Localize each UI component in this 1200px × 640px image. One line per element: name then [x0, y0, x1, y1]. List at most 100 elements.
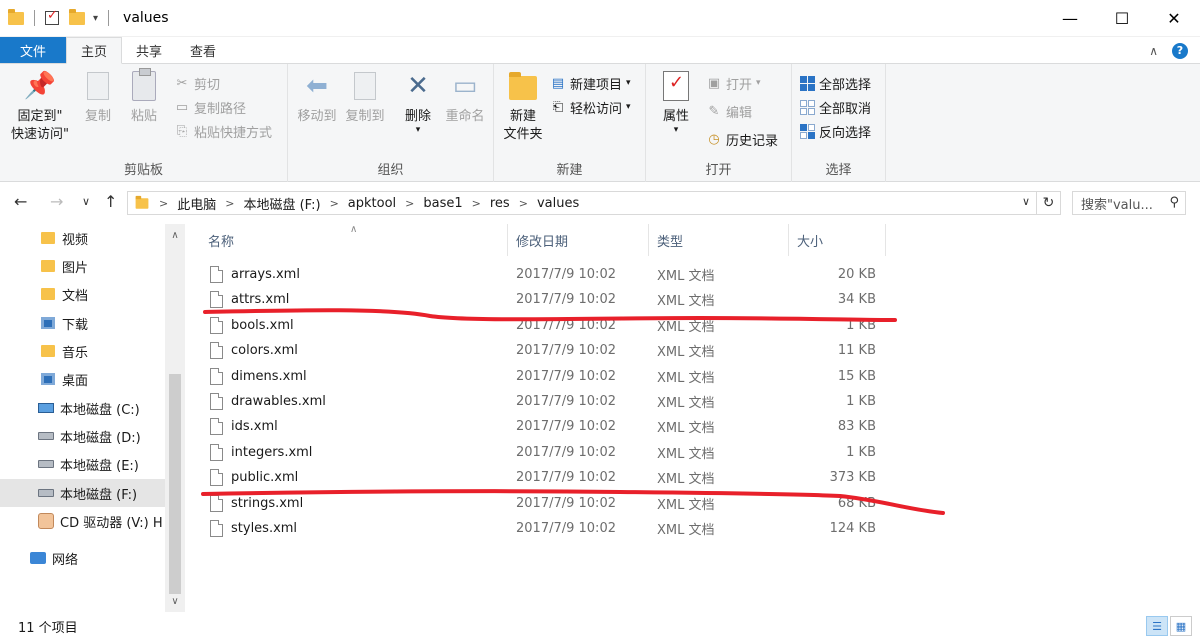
properties-icon[interactable] — [45, 8, 59, 25]
column-header-name[interactable]: 名称 — [200, 224, 508, 256]
rename-icon: ▭ — [452, 71, 478, 101]
new-item-button[interactable]: ▤ 新建项目 ▾ — [550, 72, 631, 94]
new-group: 新建 文件夹 ▤ 新建项目 ▾ ⎗ 轻松访问 ▾ 新建 — [494, 64, 646, 182]
xml-file-icon — [210, 291, 223, 308]
tab-view[interactable]: 查看 — [176, 37, 230, 63]
column-header-size[interactable]: 大小 — [789, 224, 886, 256]
sidebar-item-label: 文档 — [62, 288, 89, 304]
breadcrumb-apktool[interactable]: apktool — [348, 196, 396, 211]
file-size: 1 KB — [846, 445, 876, 460]
back-icon[interactable]: ← — [14, 192, 27, 211]
table-row[interactable]: strings.xml 2017/7/9 10:02 XML 文档 68 KB — [200, 491, 890, 516]
file-name: bools.xml — [231, 318, 294, 333]
sidebar-item-drive-e[interactable]: 本地磁盘 (E:) — [0, 450, 165, 478]
sidebar-item-documents[interactable]: 文档 — [0, 280, 165, 308]
scroll-up-icon[interactable]: ∧ — [165, 226, 185, 244]
table-row[interactable]: colors.xml 2017/7/9 10:02 XML 文档 11 KB — [200, 338, 890, 363]
window-title: values — [123, 10, 169, 26]
chevron-right-icon[interactable]: > — [150, 197, 177, 210]
tab-file[interactable]: 文件 — [0, 37, 67, 63]
sidebar-item-network[interactable]: 网络 — [0, 544, 165, 572]
minimize-button[interactable]: — — [1044, 0, 1096, 36]
nav-scrollbar[interactable]: ∧ ∨ — [165, 224, 185, 612]
help-icon[interactable]: ? — [1172, 42, 1188, 59]
table-row[interactable]: integers.xml 2017/7/9 10:02 XML 文档 1 KB — [200, 440, 890, 465]
large-icons-view-icon[interactable]: ▦ — [1170, 616, 1192, 636]
move-to-button[interactable]: ⬅ 移动到 — [294, 70, 340, 126]
sidebar-item-desktop[interactable]: 桌面 — [0, 365, 165, 393]
select-none-button[interactable]: 全部取消 — [800, 96, 871, 118]
file-date: 2017/7/9 10:02 — [516, 318, 616, 333]
details-view-icon[interactable]: ☰ — [1146, 616, 1168, 636]
customize-toolbar-icon[interactable]: ▾ — [93, 13, 98, 24]
select-all-button[interactable]: 全部选择 — [800, 72, 871, 94]
rename-button[interactable]: ▭ 重命名 — [442, 70, 488, 126]
breadcrumb-values[interactable]: values — [537, 196, 579, 211]
rename-label: 重命名 — [445, 109, 485, 124]
pin-to-quick-access-button[interactable]: 📌 固定到" 快速访问" — [8, 70, 72, 144]
paste-button[interactable]: 粘贴 — [124, 68, 164, 126]
collapse-ribbon-icon[interactable]: ∧ — [1149, 44, 1158, 58]
close-button[interactable]: ✕ — [1148, 0, 1200, 36]
table-row[interactable]: ids.xml 2017/7/9 10:02 XML 文档 83 KB — [200, 414, 890, 439]
history-button[interactable]: ◷ 历史记录 — [706, 128, 778, 150]
properties-button[interactable]: 属性 ▾ — [654, 70, 698, 135]
breadcrumb-base1[interactable]: base1 — [423, 196, 462, 211]
new-folder-button[interactable]: 新建 文件夹 — [498, 70, 548, 144]
chevron-right-icon[interactable]: > — [216, 197, 243, 210]
breadcrumb-res[interactable]: res — [490, 196, 510, 211]
open-button[interactable]: ▣ 打开 ▾ — [706, 72, 761, 94]
table-row[interactable]: styles.xml 2017/7/9 10:02 XML 文档 124 KB — [200, 516, 890, 541]
sidebar-item-music[interactable]: 音乐 — [0, 337, 165, 365]
chevron-right-icon[interactable]: > — [463, 197, 490, 210]
table-row[interactable]: bools.xml 2017/7/9 10:02 XML 文档 1 KB — [200, 313, 890, 338]
sidebar-item-drive-f[interactable]: 本地磁盘 (F:) — [0, 479, 165, 507]
scroll-down-icon[interactable]: ∨ — [165, 592, 185, 610]
file-name: public.xml — [231, 470, 299, 485]
invert-selection-button[interactable]: 反向选择 — [800, 120, 871, 142]
table-row[interactable]: arrays.xml 2017/7/9 10:02 XML 文档 20 KB — [200, 262, 890, 287]
easy-access-button[interactable]: ⎗ 轻松访问 ▾ — [550, 96, 631, 118]
forward-icon[interactable]: → — [50, 192, 63, 211]
column-header-date[interactable]: 修改日期 — [508, 224, 649, 256]
new-folder-icon[interactable] — [69, 8, 85, 25]
delete-button[interactable]: ✕ 删除 ▾ — [398, 70, 438, 135]
chevron-right-icon[interactable]: > — [510, 197, 537, 210]
breadcrumb-drive-f[interactable]: 本地磁盘 (F:) — [243, 194, 320, 213]
address-bar[interactable]: > 此电脑 > 本地磁盘 (F:) > apktool > base1 > res > va… — [127, 191, 1037, 215]
maximize-button[interactable]: ☐ — [1096, 0, 1148, 36]
copy-to-button[interactable]: 复制到 — [342, 70, 388, 126]
file-size: 373 KB — [829, 470, 876, 485]
sidebar-item-downloads[interactable]: 下载 — [0, 309, 165, 337]
recent-locations-icon[interactable]: ∨ — [82, 195, 90, 208]
system-drive-icon — [38, 403, 54, 413]
tab-home[interactable]: 主页 — [66, 37, 123, 64]
history-label: 历史记录 — [726, 133, 779, 149]
paste-shortcut-button[interactable]: ⎘ 粘贴快捷方式 — [174, 120, 272, 142]
sidebar-item-videos[interactable]: 视频 — [0, 224, 165, 252]
chevron-right-icon[interactable]: > — [396, 197, 423, 210]
search-input[interactable]: 搜索"valu... ⚲ — [1072, 191, 1186, 215]
column-header-type[interactable]: 类型 — [649, 224, 789, 256]
sidebar-item-drive-c[interactable]: 本地磁盘 (C:) — [0, 394, 165, 422]
table-row[interactable]: dimens.xml 2017/7/9 10:02 XML 文档 15 KB — [200, 364, 890, 389]
refresh-icon[interactable]: ↻ — [1037, 191, 1061, 215]
new-group-label: 新建 — [556, 163, 583, 178]
cut-button[interactable]: ✂ 剪切 — [174, 72, 220, 94]
scrollbar-thumb[interactable] — [169, 374, 181, 594]
tab-share[interactable]: 共享 — [122, 37, 176, 63]
table-row[interactable]: public.xml 2017/7/9 10:02 XML 文档 373 KB — [200, 465, 890, 490]
table-row[interactable]: attrs.xml 2017/7/9 10:02 XML 文档 34 KB — [200, 287, 890, 312]
up-icon[interactable]: ↑ — [104, 192, 117, 211]
copy-path-button[interactable]: ▭ 复制路径 — [174, 96, 246, 118]
copy-button[interactable]: 复制 — [78, 70, 118, 126]
chevron-right-icon[interactable]: > — [321, 197, 348, 210]
edit-button[interactable]: ✎ 编辑 — [706, 100, 752, 122]
breadcrumb-this-pc[interactable]: 此电脑 — [177, 194, 216, 213]
sidebar-item-pictures[interactable]: 图片 — [0, 252, 165, 280]
table-row[interactable]: drawables.xml 2017/7/9 10:02 XML 文档 1 KB — [200, 389, 890, 414]
sidebar-item-drive-d[interactable]: 本地磁盘 (D:) — [0, 422, 165, 450]
xml-file-icon — [210, 317, 223, 334]
sidebar-item-cd-drive[interactable]: CD 驱动器 (V:) H — [0, 507, 165, 535]
chevron-down-icon[interactable]: ∨ — [1022, 195, 1030, 208]
